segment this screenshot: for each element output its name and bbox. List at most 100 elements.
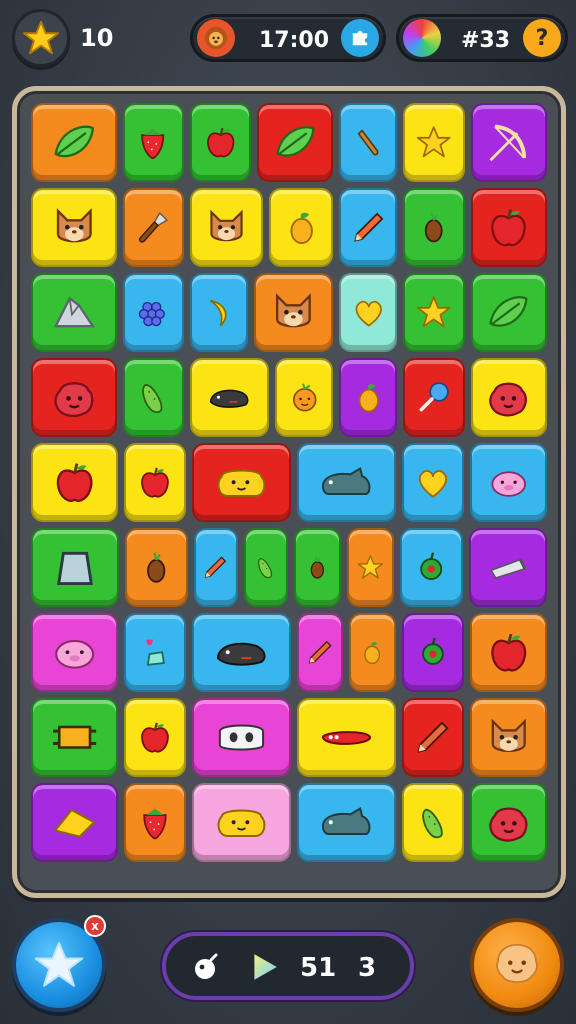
pepper-icon	[402, 530, 461, 605]
pepper-icon	[404, 615, 462, 690]
heart-icon	[341, 275, 395, 350]
tile-red-lollipop[interactable]	[403, 358, 465, 437]
tile-green-cucumber[interactable]	[243, 528, 288, 607]
tile-blue-dino[interactable]	[296, 783, 396, 862]
play-icon[interactable]	[248, 951, 280, 983]
tile-orange-brush[interactable]	[122, 188, 184, 267]
stars-badge[interactable]	[12, 9, 70, 67]
blob-face-icon	[472, 785, 545, 860]
tile-red-blob-face[interactable]	[31, 358, 117, 437]
tile-yellow-cat-face[interactable]	[31, 188, 117, 267]
tile-yellow-star[interactable]	[403, 103, 465, 182]
tile-yellow-apple[interactable]	[31, 443, 118, 522]
grapes-icon	[125, 275, 182, 350]
tile-orange-cat-face[interactable]	[469, 698, 547, 777]
tile-purple-cheese[interactable]	[31, 783, 118, 862]
tile-blue-gems[interactable]	[123, 613, 186, 692]
tile-yellow-apple[interactable]	[123, 698, 186, 777]
tile-orange-cat-face[interactable]	[253, 273, 334, 352]
sausage-icon	[299, 700, 394, 775]
tile-orange-apple[interactable]	[469, 613, 547, 692]
apple-icon	[33, 445, 116, 520]
tile-purple-bow[interactable]	[470, 103, 547, 182]
star-icon	[349, 530, 392, 605]
tile-blue-grapes[interactable]	[122, 273, 184, 352]
tile-magenta-pencil[interactable]	[296, 613, 344, 692]
tile-blue-carrot[interactable]	[339, 103, 398, 182]
tile-green-seed[interactable]	[403, 188, 465, 267]
heart-icon	[404, 445, 462, 520]
tile-blue-dino[interactable]	[296, 443, 396, 522]
tile-red-leaf[interactable]	[256, 103, 334, 182]
tile-green-leaf[interactable]	[470, 273, 547, 352]
mango-icon	[271, 190, 331, 265]
tile-green-apple[interactable]	[189, 103, 251, 182]
tile-green-cucumber[interactable]	[122, 358, 184, 437]
tile-orange-seed[interactable]	[124, 528, 188, 607]
mole-icon	[194, 615, 289, 690]
dino-icon	[299, 445, 394, 520]
seed-icon	[296, 530, 339, 605]
tile-orange-leaf[interactable]	[31, 103, 117, 182]
tile-green-star[interactable]	[403, 273, 465, 352]
strawberry-icon	[125, 105, 182, 180]
tile-yellow-mole[interactable]	[189, 358, 270, 437]
gems-icon	[126, 615, 184, 690]
tile-yellow-cat-face[interactable]	[189, 188, 264, 267]
tile-blue-mole[interactable]	[191, 613, 291, 692]
tile-blue-pig-face[interactable]	[469, 443, 547, 522]
tile-green-seed[interactable]	[293, 528, 341, 607]
pig-face-icon	[472, 445, 545, 520]
tile-blue-pencil[interactable]	[339, 188, 398, 267]
tile-blue-banana[interactable]	[189, 273, 248, 352]
tile-red-pencil[interactable]	[401, 698, 464, 777]
top-bar: 10 17:00 #33 ?	[0, 0, 576, 82]
lollipop-icon	[405, 360, 462, 435]
frame-icon	[33, 700, 116, 775]
pencil-icon	[404, 700, 462, 775]
cheese-icon	[33, 785, 116, 860]
tile-blue-pepper[interactable]	[399, 528, 463, 607]
gem-count: #33	[461, 28, 511, 53]
tile-magenta-panda[interactable]	[191, 698, 291, 777]
orange-fruit-icon	[277, 360, 331, 435]
leaf-icon	[259, 105, 331, 180]
bomb-icon[interactable]	[192, 952, 222, 982]
tile-magenta-pig-face[interactable]	[31, 613, 118, 692]
tile-green-cube[interactable]	[31, 528, 119, 607]
tile-orange-strawberry[interactable]	[123, 783, 186, 862]
mango-icon	[351, 615, 393, 690]
tile-orange-mango[interactable]	[349, 613, 396, 692]
pig-face-icon	[33, 615, 116, 690]
tile-green-blob-face[interactable]	[469, 783, 547, 862]
tile-green-rock[interactable]	[31, 273, 117, 352]
tile-yellow-orange-fruit[interactable]	[275, 358, 334, 437]
tile-blue-pencil[interactable]	[193, 528, 238, 607]
tile-green-frame[interactable]	[31, 698, 118, 777]
apple-icon	[126, 700, 184, 775]
gems-pill: #33 ?	[396, 14, 568, 62]
tile-yellow-blob-face[interactable]	[470, 358, 547, 437]
leaf-icon	[473, 275, 545, 350]
tile-purple-pepper[interactable]	[401, 613, 464, 692]
tile-red-apple[interactable]	[470, 188, 547, 267]
score-value: 51	[300, 953, 337, 983]
tile-teal-heart[interactable]	[339, 273, 398, 352]
brush-icon	[125, 190, 182, 265]
apple-icon	[126, 445, 184, 520]
tile-green-strawberry[interactable]	[122, 103, 184, 182]
tile-yellow-mango[interactable]	[269, 188, 334, 267]
tile-yellow-cucumber[interactable]	[401, 783, 464, 862]
tile-purple-tube[interactable]	[468, 528, 547, 607]
tile-red-bear[interactable]	[191, 443, 291, 522]
help-button[interactable]: ?	[523, 19, 561, 57]
tile-yellow-apple[interactable]	[123, 443, 186, 522]
puzzle-icon[interactable]	[341, 19, 379, 57]
tile-pink-bear[interactable]	[191, 783, 291, 862]
character-button[interactable]	[470, 918, 564, 1012]
tile-yellow-sausage[interactable]	[296, 698, 396, 777]
tile-purple-mango[interactable]	[339, 358, 398, 437]
tile-orange-star[interactable]	[346, 528, 394, 607]
tile-blue-heart[interactable]	[401, 443, 464, 522]
cat-face-icon	[33, 190, 115, 265]
